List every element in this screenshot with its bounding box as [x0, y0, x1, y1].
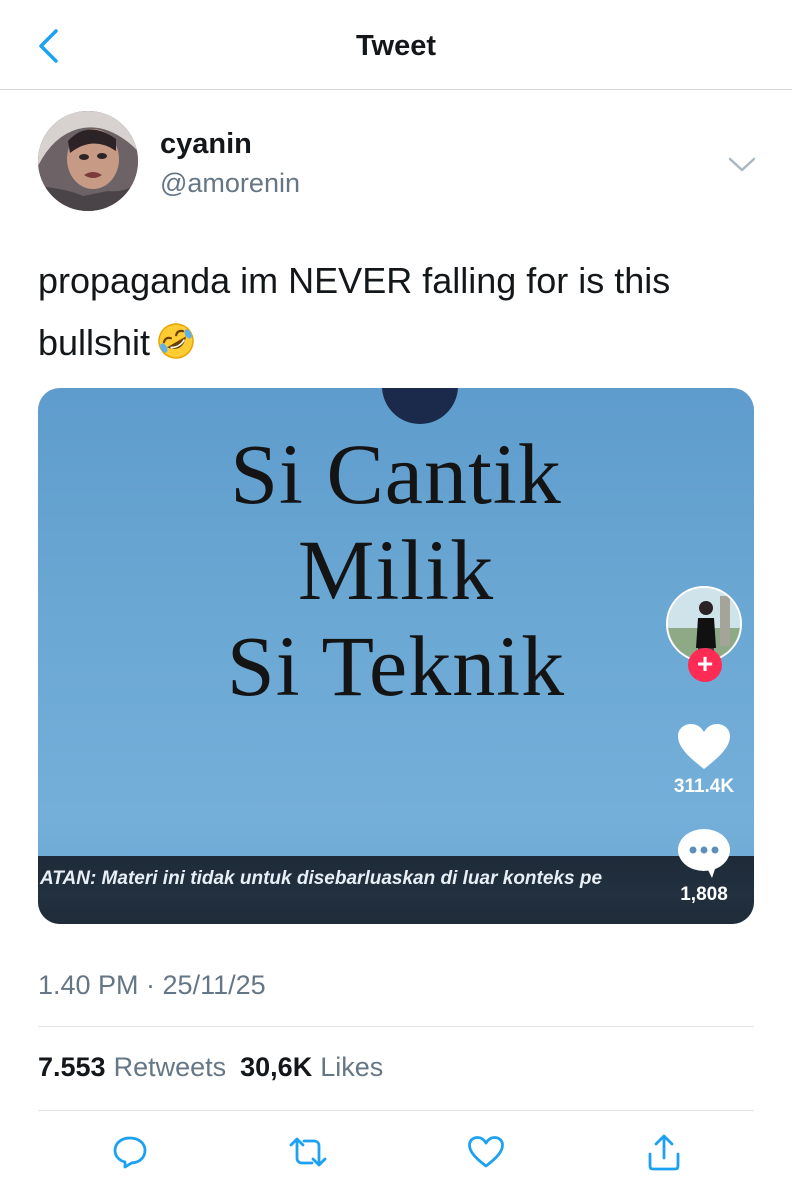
page-title: Tweet	[355, 30, 437, 62]
retweets-label: Retweets	[113, 1052, 227, 1082]
likes-count: 30,6K	[240, 1052, 313, 1082]
like-button[interactable]	[462, 1128, 510, 1176]
tweet-text: propaganda im NEVER falling for is this …	[38, 260, 671, 363]
avatar[interactable]	[38, 111, 138, 211]
chevron-down-icon	[728, 157, 756, 172]
likes-stat[interactable]: 30,6K Likes	[240, 1052, 383, 1083]
media-headline-line: Si Cantik	[230, 426, 562, 522]
share-button[interactable]	[640, 1128, 688, 1176]
retweet-icon	[289, 1137, 327, 1167]
video-like-count: 311.4K	[673, 776, 735, 797]
author-display-name[interactable]: cyanin	[160, 128, 252, 161]
media-headline-line: Si Teknik	[226, 618, 566, 714]
comment-bubble-icon	[678, 829, 730, 878]
tweet-media-video[interactable]: Si Cantik Milik Si Teknik ATAN: Materi i…	[38, 388, 754, 924]
likes-label: Likes	[320, 1052, 384, 1082]
tweet-detail-screen: Tweet cyanin @amorenin propaganda im NEV…	[0, 0, 792, 1200]
retweets-stat[interactable]: 7.553 Retweets	[38, 1052, 226, 1083]
retweets-count: 7.553	[38, 1052, 106, 1082]
author-handle[interactable]: @amorenin	[160, 168, 300, 199]
video-like-button[interactable]	[676, 722, 732, 772]
reply-button[interactable]	[106, 1128, 154, 1176]
media-caption-bar	[38, 856, 754, 924]
follow-button[interactable]: +	[688, 648, 722, 682]
divider	[38, 1026, 754, 1027]
heart-icon	[678, 724, 730, 769]
engagement-stats: 7.553 Retweets 30,6K Likes	[38, 1052, 383, 1083]
divider	[38, 1110, 754, 1111]
retweet-button[interactable]	[284, 1128, 332, 1176]
tweet-action-bar	[0, 1128, 792, 1180]
rolling-on-floor-laughing-emoji-icon	[158, 323, 194, 359]
navigation-header: Tweet	[0, 0, 792, 90]
more-options-button[interactable]	[722, 150, 762, 180]
media-top-element	[382, 388, 458, 424]
media-headline: Si Cantik Milik Si Teknik	[38, 426, 754, 714]
avatar-image	[38, 111, 138, 211]
tweet-body: propaganda im NEVER falling for is this …	[38, 250, 768, 374]
like-icon	[468, 1136, 504, 1168]
share-icon	[648, 1134, 680, 1171]
media-caption-text: ATAN: Materi ini tidak untuk disebarluas…	[40, 868, 603, 889]
tweet-timestamp[interactable]: 1.40 PM · 25/11/25	[38, 970, 266, 1001]
video-comment-count: 1,808	[680, 884, 728, 905]
media-headline-line: Milik	[297, 522, 495, 618]
video-comment-button[interactable]	[676, 826, 732, 880]
reply-icon	[113, 1136, 147, 1169]
